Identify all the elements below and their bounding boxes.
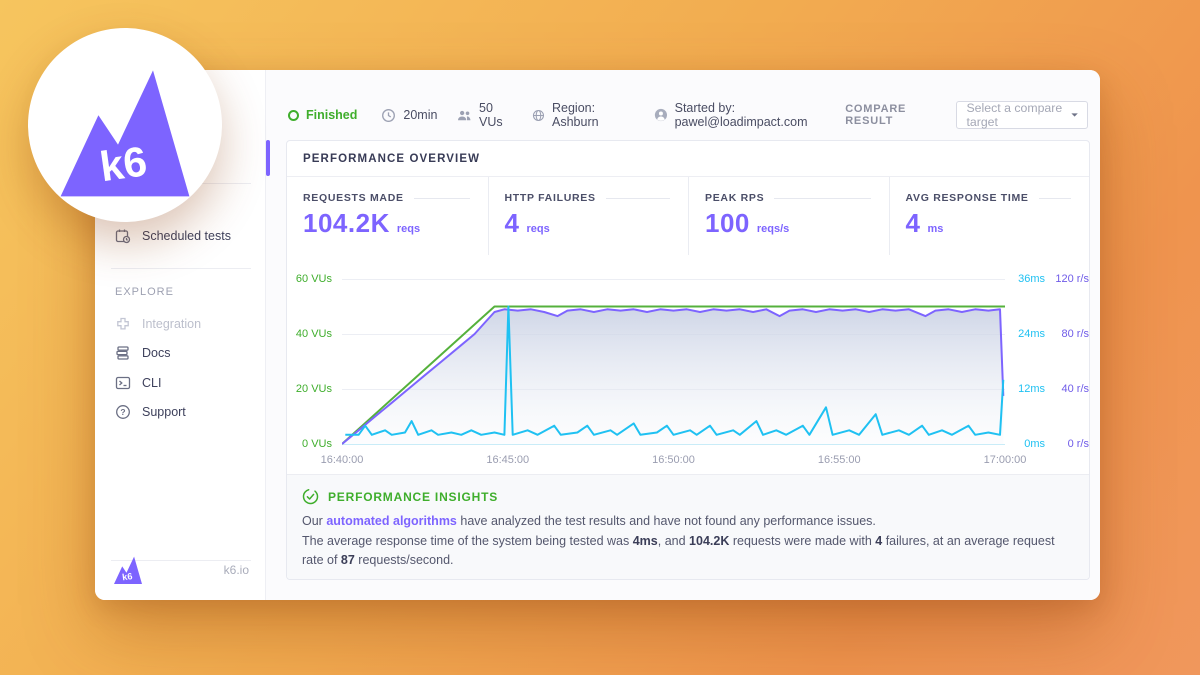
sidebar-item-label: Docs [142,346,171,360]
svg-text:k6: k6 [97,137,150,190]
calendar-clock-icon [115,229,131,244]
sidebar-divider [111,268,251,269]
sidebar-item-docs[interactable]: Docs [95,339,265,367]
svg-text:k6: k6 [122,571,133,582]
axis-tick: 16:55:00 [817,454,861,466]
metric-http-failures: HTTP FAILURES 4 reqs [487,177,689,255]
compare-result-label: COMPARE RESULT [845,103,907,127]
metric-unit: reqs [396,223,421,235]
sidebar-item-support[interactable]: ? Support [95,398,265,426]
sidebar-site-label[interactable]: k6.io [224,563,249,577]
panel-header: PERFORMANCE OVERVIEW [287,141,1089,177]
text-segment: 87 [340,553,355,567]
duration-info: 20min [381,108,437,123]
metric-value: 4 [905,208,921,238]
docs-icon [116,346,129,360]
region-label: Region: Ashburn [552,101,599,129]
k6-logo-icon: k6 [60,70,190,197]
status-finished: Finished [288,108,357,122]
sidebar-item-label: CLI [142,376,162,390]
puzzle-icon [117,317,129,330]
text-segment: Our [302,514,327,528]
sidebar-item-label: Support [142,405,186,419]
performance-insights-section: PERFORMANCE INSIGHTS Our automated algor… [287,474,1089,579]
sidebar-item-scheduled-tests[interactable]: Scheduled tests [95,222,265,250]
started-by-label: Started by: pawel@loadimpact.com [674,101,808,129]
metric-unit: reqs/s [756,223,790,235]
compare-target-select[interactable]: Select a compare target [956,101,1088,129]
k6-logo-badge: k6 [28,28,222,222]
text-segment: The average response time of the system … [302,534,633,548]
metric-value: 100 [705,208,750,238]
text-segment: 4ms [632,534,658,548]
metric-divider-line [1038,197,1071,199]
clock-icon [382,108,396,122]
text-segment: 104.2K [689,534,730,548]
vus-label: 50 VUs [479,101,503,129]
insights-paragraph-2: The average response time of the system … [302,532,1073,570]
metric-divider-line [605,197,670,199]
duration-label: 20min [403,108,438,122]
started-by-info: Started by: pawel@loadimpact.com [654,101,845,129]
metric-label: HTTP FAILURES [504,192,596,204]
compare-select-placeholder: Select a compare target [966,101,1063,129]
metric-label: AVG RESPONSE TIME [905,192,1029,204]
svg-text:?: ? [120,407,125,417]
user-avatar-icon [654,108,667,122]
axis-tick: 17:00:00 [983,454,1027,466]
axis-tick: 16:50:00 [652,454,695,466]
text-segment: , and [657,534,690,548]
axis-tick: 16:40:00 [320,454,364,466]
sidebar-item-label: Scheduled tests [142,229,231,243]
metric-peak-rps: PEAK RPS 100 reqs/s [688,177,889,255]
users-icon [458,110,471,120]
performance-overview-panel: PERFORMANCE OVERVIEW REQUESTS MADE 104.2… [286,140,1090,580]
text-segment: requests/second. [354,553,454,567]
sidebar-item-cli[interactable]: CLI [95,369,265,397]
metric-unit: ms [927,223,944,235]
test-status-bar: Finished 20min 50 VUs Region: Ashburn St… [288,100,1088,130]
section-accent-bar [266,140,270,176]
k6-logo-small: k6 [114,556,142,584]
metric-avg-response-time: AVG RESPONSE TIME 4 ms [888,177,1090,255]
performance-chart[interactable]: 60 VUs 40 VUs 20 VUs 0 VUs 36ms 24ms 12ms 0ms … [287,255,1089,474]
insights-paragraph-1: Our automated algorithms have analyzed t… [302,512,1073,531]
text-segment: have analyzed the test results and have … [456,514,876,528]
globe-icon [532,109,545,121]
terminal-icon [115,376,131,390]
chevron-down-icon [1071,113,1078,117]
status-label: Finished [306,108,358,122]
metric-requests-made: REQUESTS MADE 104.2K reqs [287,177,488,255]
region-info: Region: Ashburn [532,101,632,129]
metric-divider-line [774,197,871,199]
sidebar-section-explore: EXPLORE [115,286,174,298]
metrics-row: REQUESTS MADE 104.2K reqs HTTP FAILURES 4… [287,177,1089,255]
text-segment: automated algorithms [326,514,457,528]
insights-title: PERFORMANCE INSIGHTS [328,489,499,504]
main-content: Finished 20min 50 VUs Region: Ashburn St… [265,70,1100,600]
status-ring-icon [288,109,299,121]
sidebar-item-integration[interactable]: Integration [95,310,265,338]
metric-label: PEAK RPS [705,192,765,204]
app-window: Scheduled tests EXPLORE Integration Docs… [95,70,1100,600]
panel-title: PERFORMANCE OVERVIEW [303,152,481,165]
vus-info: 50 VUs [457,101,514,129]
metric-label: REQUESTS MADE [303,192,404,204]
time-axis: 16:40:00 16:45:00 16:50:00 16:55:00 17:00:00 [287,255,1089,474]
sidebar-item-label: Integration [142,317,202,331]
sidebar-footer: k6 k6.io [95,548,265,592]
metric-unit: reqs [526,223,550,235]
metric-divider-line [413,197,470,199]
metric-value: 4 [504,208,520,238]
text-segment: requests were made with [729,534,876,548]
metric-value: 104.2K [303,208,390,238]
check-circle-icon [302,488,319,505]
help-icon: ? [116,405,130,419]
axis-tick: 16:45:00 [486,454,530,466]
